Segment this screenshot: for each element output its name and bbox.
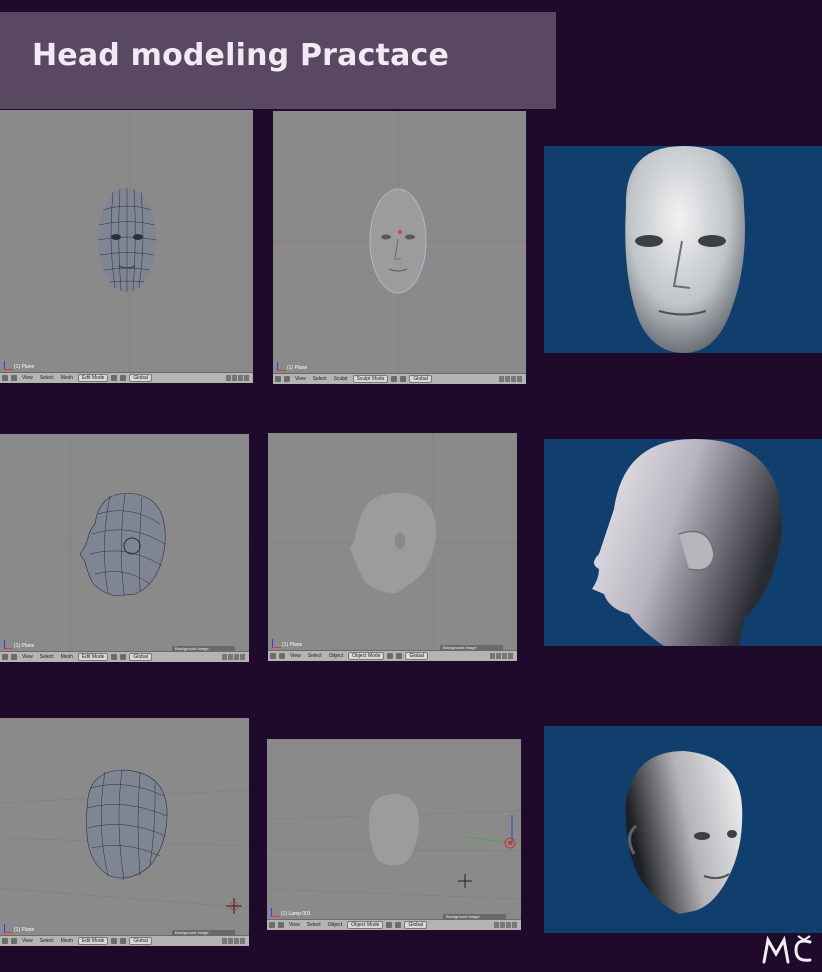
- viewport-front-sculpt[interactable]: (1) Plane View Select Sculpt Sculpt Mode…: [273, 111, 526, 384]
- draw-type-icon[interactable]: [386, 922, 393, 928]
- orientation-dropdown[interactable]: Global: [129, 374, 152, 382]
- mode-dropdown[interactable]: Object Mode: [348, 652, 385, 660]
- title-banner: Head modeling Practace: [0, 12, 556, 109]
- axis-gizmo: [271, 908, 280, 917]
- viewport-side-sculpt[interactable]: (1) Plane Background Image View Select O…: [268, 433, 517, 661]
- menu-mesh[interactable]: Mesh: [59, 654, 75, 660]
- axis-gizmo: [4, 924, 13, 933]
- menu-select[interactable]: Select: [38, 654, 56, 660]
- menu-toggle-icon[interactable]: [11, 654, 17, 660]
- viewport-header: View Select Sculpt Sculpt Mode Global: [273, 373, 526, 384]
- mode-dropdown[interactable]: Object Mode: [347, 921, 384, 929]
- sculpt-head-perspective: [267, 794, 521, 900]
- orientation-dropdown[interactable]: Global: [129, 937, 152, 945]
- orientation-dropdown[interactable]: Global: [404, 921, 427, 929]
- mode-dropdown[interactable]: Edit Mode: [77, 374, 109, 382]
- pivot-icon[interactable]: [120, 938, 127, 944]
- object-name-label: (1) Plane: [287, 365, 308, 371]
- menu-select[interactable]: Select: [306, 653, 324, 659]
- wireframe-head-side: [0, 434, 249, 652]
- rendered-head-side: [592, 439, 783, 646]
- viewport-front-wireframe[interactable]: (1) Plane View Select Mesh Edit Mode Glo…: [0, 110, 253, 383]
- pivot-icon[interactable]: [400, 376, 407, 382]
- viewport-header: View Select Mesh Edit Mode Global: [0, 935, 249, 946]
- viewport-persp-wireframe[interactable]: (1) Plane Background Image View Select M…: [0, 718, 249, 946]
- menu-select[interactable]: Select: [38, 375, 56, 381]
- sculpt-head-side: [268, 433, 517, 651]
- editor-type-icon[interactable]: [270, 653, 276, 659]
- draw-type-icon[interactable]: [111, 375, 118, 381]
- layer-buttons[interactable]: [490, 653, 513, 659]
- object-name-label: (1) Plane: [14, 364, 35, 370]
- layer-buttons[interactable]: [499, 376, 522, 382]
- object-name-label: (1) Plane: [282, 642, 303, 648]
- menu-view[interactable]: View: [288, 653, 303, 659]
- pivot-icon[interactable]: [395, 922, 402, 928]
- render-front: [544, 146, 822, 353]
- menu-select[interactable]: Select: [38, 938, 56, 944]
- menu-view[interactable]: View: [287, 922, 302, 928]
- pivot-icon[interactable]: [396, 653, 403, 659]
- menu-mesh[interactable]: Mesh: [59, 938, 75, 944]
- menu-view[interactable]: View: [293, 376, 308, 382]
- wireframe-head-perspective: [0, 769, 249, 914]
- layer-buttons[interactable]: [226, 375, 249, 381]
- orientation-dropdown[interactable]: Global: [409, 375, 432, 383]
- viewport-header: View Select Object Object Mode Global: [268, 650, 517, 661]
- artist-signature-logo: [762, 935, 812, 964]
- mode-dropdown[interactable]: Edit Mode: [77, 653, 109, 661]
- pivot-icon[interactable]: [120, 375, 127, 381]
- editor-type-icon[interactable]: [269, 922, 275, 928]
- viewport-persp-sculpt[interactable]: (1) Lamp.001 Background Image View Selec…: [267, 739, 521, 930]
- render-perspective: [544, 726, 822, 933]
- menu-view[interactable]: View: [20, 654, 35, 660]
- editor-type-icon[interactable]: [2, 375, 8, 381]
- editor-type-icon[interactable]: [275, 376, 281, 382]
- pivot-icon[interactable]: [120, 654, 127, 660]
- draw-type-icon[interactable]: [111, 938, 118, 944]
- draw-type-icon[interactable]: [387, 653, 394, 659]
- axis-gizmo: [4, 640, 13, 649]
- axis-gizmo: [277, 362, 286, 371]
- draw-type-icon[interactable]: [111, 654, 118, 660]
- menu-toggle-icon[interactable]: [11, 938, 17, 944]
- sculpt-head-front: [273, 111, 526, 374]
- menu-toggle-icon[interactable]: [284, 376, 290, 382]
- mode-dropdown[interactable]: Sculpt Mode: [352, 375, 389, 383]
- menu-mesh[interactable]: Mesh: [59, 375, 75, 381]
- menu-select[interactable]: Select: [305, 922, 323, 928]
- viewport-side-wireframe[interactable]: (1) Plane Background Image View Select M…: [0, 434, 249, 662]
- menu-view[interactable]: View: [20, 375, 35, 381]
- menu-view[interactable]: View: [20, 938, 35, 944]
- orientation-dropdown[interactable]: Global: [405, 652, 428, 660]
- object-name-label: (1) Lamp.001: [281, 911, 311, 917]
- viewport-header: View Select Mesh Edit Mode Global: [0, 372, 253, 383]
- draw-type-icon[interactable]: [391, 376, 398, 382]
- layer-buttons[interactable]: [222, 654, 245, 660]
- editor-type-icon[interactable]: [2, 654, 8, 660]
- rendered-head-front: [625, 146, 745, 353]
- menu-object[interactable]: Object: [326, 922, 344, 928]
- wireframe-head-front: [0, 110, 253, 373]
- menu-sculpt[interactable]: Sculpt: [332, 376, 350, 382]
- menu-toggle-icon[interactable]: [278, 922, 284, 928]
- page-title: Head modeling Practace: [32, 38, 450, 73]
- mode-dropdown[interactable]: Edit Mode: [77, 937, 109, 945]
- object-name-label: (1) Plane: [14, 643, 35, 649]
- viewport-header: View Select Object Object Mode Global: [267, 919, 521, 930]
- render-side: [544, 439, 822, 646]
- editor-type-icon[interactable]: [2, 938, 8, 944]
- menu-object[interactable]: Object: [327, 653, 345, 659]
- rendered-head-perspective: [625, 751, 743, 914]
- viewport-header: View Select Mesh Edit Mode Global: [0, 651, 249, 662]
- axis-gizmo: [272, 639, 281, 648]
- menu-select[interactable]: Select: [311, 376, 329, 382]
- menu-toggle-icon[interactable]: [279, 653, 285, 659]
- axis-gizmo: [4, 361, 13, 370]
- object-name-label: (1) Plane: [14, 927, 35, 933]
- menu-toggle-icon[interactable]: [11, 375, 17, 381]
- orientation-dropdown[interactable]: Global: [129, 653, 152, 661]
- layer-buttons[interactable]: [494, 922, 517, 928]
- layer-buttons[interactable]: [222, 938, 245, 944]
